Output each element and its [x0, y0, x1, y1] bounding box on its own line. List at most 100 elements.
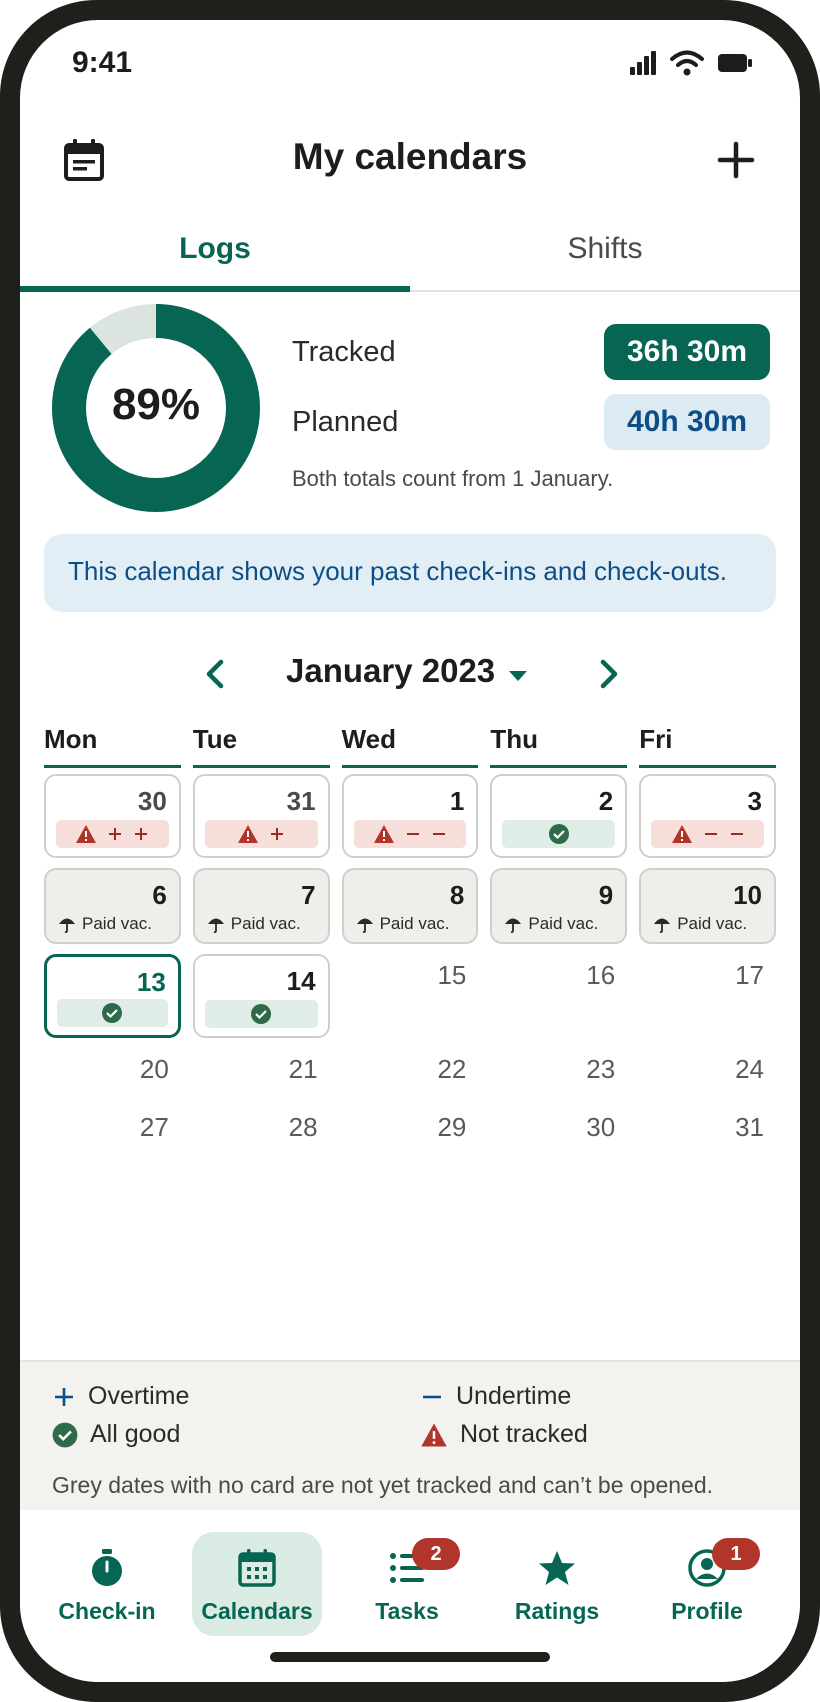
tasks-badge: 2: [412, 1538, 460, 1570]
day-card-dec-31[interactable]: 31: [192, 774, 330, 858]
day-card-jan-9[interactable]: 9 Paid vac.: [490, 868, 628, 944]
legend-overtime: Overtime: [52, 1382, 189, 1411]
month-dropdown-button[interactable]: [504, 662, 532, 690]
chevron-right-icon: [600, 659, 618, 689]
add-calendar-button[interactable]: [712, 136, 760, 184]
signal-icon: [630, 51, 656, 75]
status-bar: 9:41: [20, 20, 800, 100]
legend-undertime: Undertime: [420, 1382, 571, 1411]
status-strip: [57, 999, 168, 1027]
nav-check-in[interactable]: Check-in: [42, 1532, 172, 1636]
planned-total: 40h 30m: [604, 394, 770, 450]
planned-label: Planned: [292, 406, 399, 438]
warning-icon: [76, 825, 97, 843]
day-jan-29: 29: [437, 1112, 467, 1142]
day-card-jan-10[interactable]: 10 Paid vac.: [639, 868, 776, 944]
phone-frame: 9:41 My calendars Logs Shifts 89% Tracke…: [0, 0, 820, 1702]
status-strip: [56, 820, 169, 848]
weekday-header: Mon Tue Wed Thu Fri: [44, 724, 776, 768]
day-card-jan-13-today[interactable]: 13: [44, 954, 181, 1038]
legend-all-good: All good: [52, 1420, 180, 1449]
umbrella-icon: [505, 918, 522, 933]
day-card-dec-30[interactable]: 30: [44, 774, 181, 858]
undertime-minus-icon: [704, 833, 717, 835]
day-jan-23: 23: [586, 1054, 616, 1084]
totals-note: Both totals count from 1 January.: [292, 466, 614, 491]
info-banner: This calendar shows your past check-ins …: [44, 534, 776, 612]
umbrella-icon: [356, 918, 373, 933]
month-navigation: January 2023: [20, 648, 800, 704]
day-card-jan-8[interactable]: 8 Paid vac.: [341, 868, 479, 944]
page-title: My calendars: [292, 136, 528, 177]
day-jan-20: 20: [139, 1054, 169, 1084]
status-strip: [353, 820, 467, 848]
check-circle-icon: [52, 1422, 78, 1447]
undertime-minus-icon: [406, 833, 419, 835]
check-circle-icon: [251, 1004, 272, 1024]
status-strip: [204, 820, 318, 848]
legend-not-tracked: Not tracked: [420, 1420, 588, 1449]
progress-donut: 89%: [50, 302, 262, 514]
caret-down-icon: [509, 671, 527, 681]
day-jan-27: 27: [139, 1112, 169, 1142]
day-jan-15: 15: [437, 960, 467, 990]
legend-note: Grey dates with no card are not yet trac…: [52, 1472, 714, 1498]
nav-tasks[interactable]: 2 Tasks: [342, 1532, 472, 1636]
nav-calendars[interactable]: Calendars: [192, 1532, 322, 1636]
next-month-button[interactable]: [588, 654, 628, 694]
day-jan-28: 28: [288, 1112, 318, 1142]
screen: 9:41 My calendars Logs Shifts 89% Tracke…: [20, 20, 800, 1682]
minus-icon: [423, 1395, 441, 1398]
day-jan-24: 24: [735, 1054, 764, 1084]
chevron-left-icon: [206, 659, 224, 689]
day-card-jan-6[interactable]: 6 Paid vac.: [44, 868, 181, 944]
clock: 9:41: [72, 46, 133, 79]
calendar-grid: 30 31 1 2 3 6 Paid vac. 7 Paid vac. 8 Pa…: [44, 774, 776, 1164]
warning-icon: [373, 825, 394, 843]
previous-month-button[interactable]: [196, 654, 236, 694]
tracked-label: Tracked: [292, 336, 396, 368]
weekday-fri: Fri: [639, 724, 776, 768]
undertime-minus-icon: [432, 833, 445, 835]
plus-icon: [717, 141, 755, 179]
day-jan-16: 16: [586, 960, 616, 990]
undertime-minus-icon: [730, 833, 743, 835]
tab-shifts[interactable]: Shifts: [410, 212, 800, 290]
battery-icon: [718, 54, 752, 72]
status-strip: [651, 820, 764, 848]
day-card-jan-2[interactable]: 2: [490, 774, 628, 858]
overtime-plus-icon: [271, 828, 284, 840]
overtime-plus-icon: [135, 828, 148, 840]
day-card-jan-3[interactable]: 3: [639, 774, 776, 858]
day-card-jan-7[interactable]: 7 Paid vac.: [192, 868, 330, 944]
calendar-grid-icon: [238, 1549, 276, 1587]
tracked-total: 36h 30m: [604, 324, 770, 380]
day-card-jan-14[interactable]: 14: [192, 954, 330, 1038]
weekday-tue: Tue: [192, 724, 330, 768]
vacation-label: Paid vac.: [230, 914, 301, 933]
day-jan-30: 30: [586, 1112, 616, 1142]
month-label[interactable]: January 2023: [286, 652, 495, 690]
warning-icon: [671, 825, 692, 843]
umbrella-icon: [59, 918, 75, 933]
wifi-icon: [670, 50, 704, 76]
plus-icon: [55, 1387, 73, 1406]
nav-profile[interactable]: 1 Profile: [642, 1532, 772, 1636]
overtime-plus-icon: [109, 828, 122, 840]
app-header: My calendars: [20, 116, 800, 204]
tab-bar: Logs Shifts: [20, 212, 800, 292]
tab-logs[interactable]: Logs: [20, 212, 410, 292]
check-circle-icon: [548, 824, 569, 844]
weekday-mon: Mon: [44, 724, 181, 768]
legend-panel: Overtime Undertime All good Not tracked …: [20, 1360, 800, 1510]
vacation-label: Paid vac.: [677, 914, 748, 933]
profile-badge: 1: [712, 1538, 760, 1570]
weekday-wed: Wed: [341, 724, 479, 768]
nav-ratings[interactable]: Ratings: [492, 1532, 622, 1636]
day-card-jan-1[interactable]: 1: [341, 774, 479, 858]
warning-icon: [421, 1423, 447, 1446]
check-circle-icon: [102, 1003, 123, 1023]
day-jan-22: 22: [437, 1054, 467, 1084]
weekday-thu: Thu: [490, 724, 628, 768]
day-jan-21: 21: [288, 1054, 318, 1084]
